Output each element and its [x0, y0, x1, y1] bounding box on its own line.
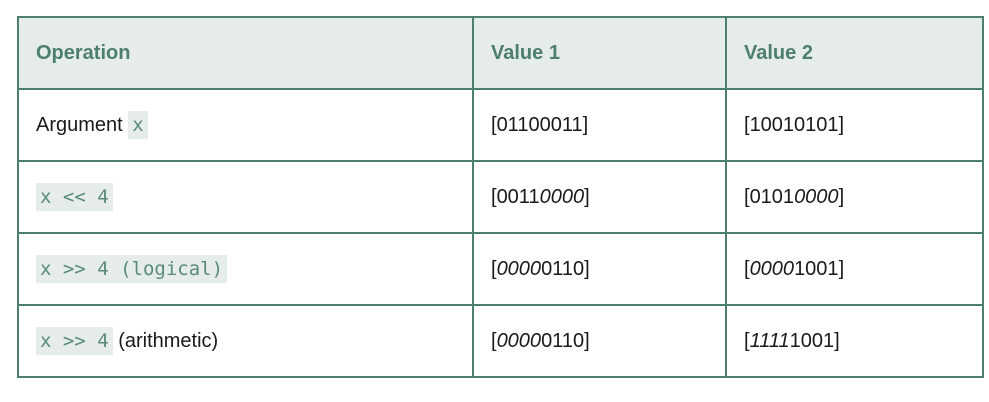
bracket-close: ]: [584, 185, 590, 208]
shift-operations-table: Operation Value 1 Value 2 Argument x [01…: [17, 16, 984, 378]
bits-plain: 01100011: [496, 113, 583, 136]
bits-italic: 0000: [496, 257, 542, 280]
bits-italic: 0000: [794, 185, 839, 208]
bits-plain: 0011: [496, 185, 540, 208]
operation-cell: x << 4: [17, 161, 474, 234]
bits-italic: 0000: [749, 257, 795, 280]
value-2-cell: [10010101]: [725, 89, 984, 162]
bits-plain: 1001: [789, 329, 835, 352]
bracket-close: ]: [838, 257, 845, 280]
bracket-close: ]: [582, 113, 589, 136]
bits-plain: 10010101: [749, 113, 839, 136]
value-1-cell: [00000110]: [472, 305, 727, 378]
table-row: x >> 4 (arithmetic) [00000110] [11111001…: [17, 305, 984, 378]
table-row: x << 4 [00110000] [01010000]: [17, 161, 984, 234]
bracket-close: ]: [584, 257, 590, 280]
bits-plain: 0101: [749, 185, 795, 208]
operation-prefix: Argument: [36, 113, 129, 136]
operation-code: x >> 4 (logical): [36, 254, 228, 283]
bits-plain: 0110: [541, 329, 585, 352]
table-row: x >> 4 (logical) [00000110] [00001001]: [17, 233, 984, 306]
table-body: Argument x [01100011] [10010101] x << 4 …: [17, 89, 984, 378]
operation-cell: x >> 4 (logical): [17, 233, 474, 306]
bracket-close: ]: [584, 329, 590, 352]
header-operation: Operation: [17, 16, 474, 90]
operation-code: x: [128, 110, 148, 139]
value-2-cell: [11111001]: [725, 305, 984, 378]
shift-operations-table-container: Operation Value 1 Value 2 Argument x [01…: [17, 16, 984, 378]
operation-cell: x >> 4 (arithmetic): [17, 305, 474, 378]
bracket-close: ]: [834, 329, 840, 352]
operation-code: x << 4: [36, 182, 113, 211]
bits-italic: 1111: [749, 329, 790, 352]
value-1-cell: [00000110]: [472, 233, 727, 306]
value-2-cell: [01010000]: [725, 161, 984, 234]
table-row: Argument x [01100011] [10010101]: [17, 89, 984, 162]
header-value-1: Value 1: [472, 16, 727, 90]
value-2-cell: [00001001]: [725, 233, 984, 306]
bits-plain: 1001: [794, 257, 839, 280]
operation-code: x >> 4: [36, 326, 113, 355]
header-row: Operation Value 1 Value 2: [17, 16, 984, 90]
bits-italic: 0000: [496, 329, 542, 352]
bits-italic: 0000: [539, 185, 585, 208]
value-1-cell: [01100011]: [472, 89, 727, 162]
header-value-2: Value 2: [725, 16, 984, 90]
value-1-cell: [00110000]: [472, 161, 727, 234]
bracket-close: ]: [838, 185, 845, 208]
bits-plain: 0110: [541, 257, 585, 280]
bracket-close: ]: [838, 113, 845, 136]
table-header: Operation Value 1 Value 2: [17, 16, 984, 90]
operation-suffix: (arithmetic): [112, 329, 219, 352]
operation-cell: Argument x: [17, 89, 474, 162]
